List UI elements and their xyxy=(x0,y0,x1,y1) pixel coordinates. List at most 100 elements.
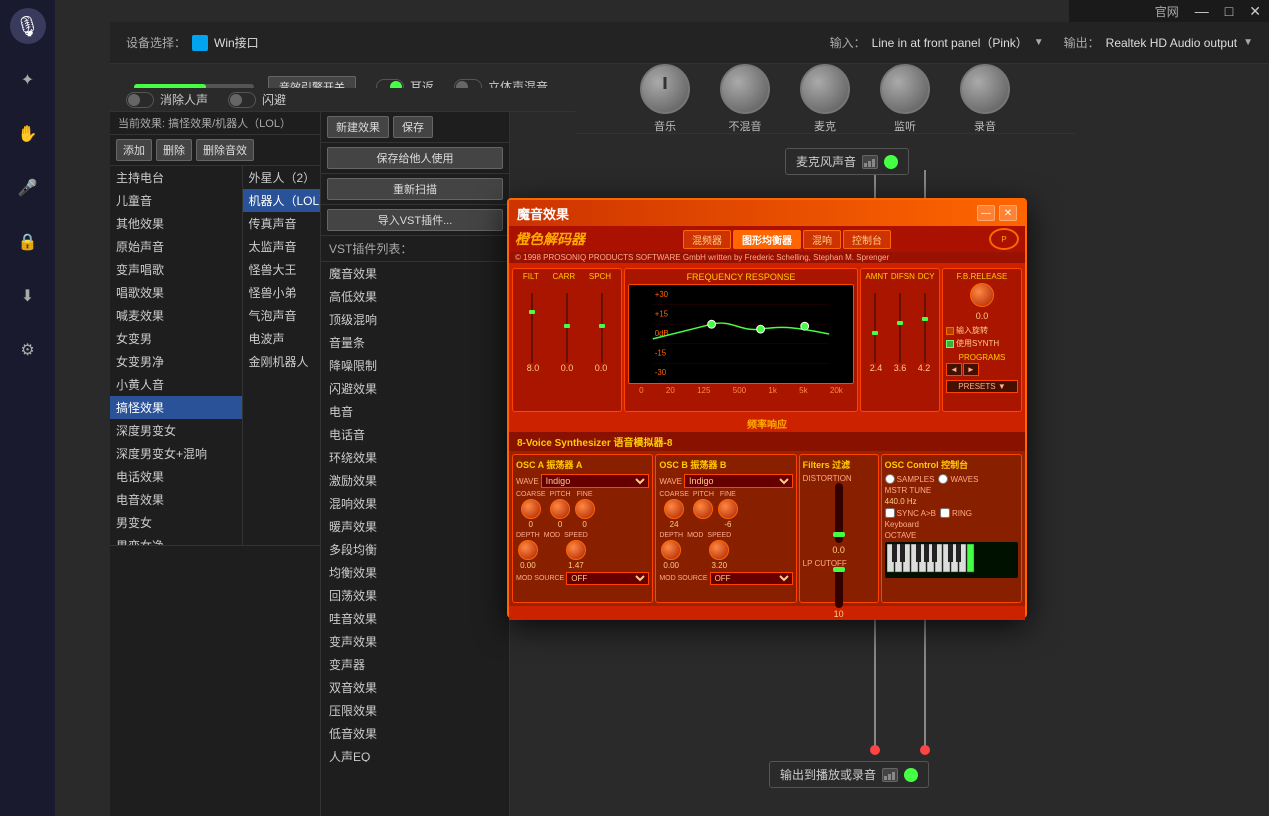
effect-left-item[interactable]: 原始声音 xyxy=(110,235,242,258)
effect-left-item[interactable]: 深度男变女+混响 xyxy=(110,442,242,465)
waves-radio[interactable] xyxy=(938,474,948,484)
add-effect-button[interactable]: 添加 xyxy=(116,139,152,161)
osc-b-pitch-knob[interactable] xyxy=(693,499,713,519)
osc-a-mod-source-select[interactable]: OFF xyxy=(566,572,649,585)
plugin-tab-control[interactable]: 控制台 xyxy=(843,230,891,249)
samples-radio[interactable] xyxy=(885,474,895,484)
vst-list-item[interactable]: 变声器 xyxy=(321,653,509,676)
osc-b-wave-select[interactable]: Indigo xyxy=(684,474,793,488)
effect-left-item[interactable]: 唱歌效果 xyxy=(110,281,242,304)
vst-list-item[interactable]: 降噪限制 xyxy=(321,354,509,377)
next-program-button[interactable]: ► xyxy=(963,363,979,376)
effect-left-item[interactable]: 男变女净 xyxy=(110,534,242,545)
effect-left-item[interactable]: 女变男 xyxy=(110,327,242,350)
plugin-close-button[interactable]: ✕ xyxy=(999,205,1017,221)
effect-left-item[interactable]: 深度男变女 xyxy=(110,419,242,442)
plugin-tab-reverb[interactable]: 混响 xyxy=(803,230,841,249)
osc-a-depth-knob[interactable] xyxy=(518,540,538,560)
vst-list-item[interactable]: 电音 xyxy=(321,400,509,423)
vst-list-item[interactable]: 环绕效果 xyxy=(321,446,509,469)
delete-sound-button[interactable]: 删除音效 xyxy=(196,139,254,161)
vst-list-item[interactable]: 音量条 xyxy=(321,331,509,354)
plugin-tab-mixer[interactable]: 混频器 xyxy=(683,230,731,249)
maximize-button[interactable]: □ xyxy=(1225,3,1233,19)
effect-left-item[interactable]: 小黄人音 xyxy=(110,373,242,396)
effect-left-item[interactable]: 女变男净 xyxy=(110,350,242,373)
vst-list-item[interactable]: 电话音 xyxy=(321,423,509,446)
osc-b-fine-knob[interactable] xyxy=(718,499,738,519)
nomix-knob[interactable] xyxy=(720,64,770,114)
sidebar-icon-lock[interactable]: 🔒 xyxy=(10,224,46,260)
sidebar-icon-logo[interactable]: 🎙 xyxy=(10,8,46,44)
vst-list-item[interactable]: 闪避效果 xyxy=(321,377,509,400)
sidebar-icon-mic[interactable]: 🎤 xyxy=(10,170,46,206)
effect-left-item[interactable]: 喊麦效果 xyxy=(110,304,242,327)
effect-left-item[interactable]: 变声唱歌 xyxy=(110,258,242,281)
flash-avoid-toggle[interactable] xyxy=(228,92,256,108)
fb-knob[interactable] xyxy=(970,283,994,307)
osc-b-coarse-knob[interactable] xyxy=(664,499,684,519)
input-rotate-checkbox[interactable] xyxy=(946,327,954,335)
effect-left-item[interactable]: 搞怪效果 xyxy=(110,396,242,419)
vst-list-item[interactable]: 均衡效果 xyxy=(321,561,509,584)
prev-program-button[interactable]: ◄ xyxy=(946,363,962,376)
ring-checkbox[interactable] xyxy=(940,508,950,518)
vst-list-item[interactable]: 高低效果 xyxy=(321,285,509,308)
plugin-minimize-button[interactable]: — xyxy=(977,205,995,221)
vst-list-item[interactable]: 人声EQ xyxy=(321,745,509,762)
minimize-button[interactable]: — xyxy=(1195,3,1209,19)
osc-a-coarse-knob[interactable] xyxy=(521,499,541,519)
plugin-window-controls: — ✕ xyxy=(977,205,1017,221)
svg-text:-15: -15 xyxy=(655,349,667,358)
delete-effect-button[interactable]: 删除 xyxy=(156,139,192,161)
vst-list-item[interactable]: 激励效果 xyxy=(321,469,509,492)
vst-list-item[interactable]: 暖声效果 xyxy=(321,515,509,538)
music-knob[interactable] xyxy=(640,64,690,114)
vst-list-item[interactable]: 魔音效果 xyxy=(321,262,509,285)
plugin-tab-eq[interactable]: 图形均衡器 xyxy=(733,230,801,249)
sidebar-icon-settings[interactable]: ⚙ xyxy=(10,332,46,368)
vst-list-item[interactable]: 回荡效果 xyxy=(321,584,509,607)
sidebar-icon-download[interactable]: ⬇ xyxy=(10,278,46,314)
vst-list-item[interactable]: 多段均衡 xyxy=(321,538,509,561)
effect-left-item[interactable]: 儿童音 xyxy=(110,189,242,212)
effect-left-item[interactable]: 男变女 xyxy=(110,511,242,534)
vst-list-item[interactable]: 顶级混响 xyxy=(321,308,509,331)
osc-a-pitch-knob[interactable] xyxy=(550,499,570,519)
sidebar-icon-hand[interactable]: ✋ xyxy=(10,116,46,152)
output-dropdown-icon[interactable]: ▼ xyxy=(1243,37,1253,48)
effect-left-item[interactable]: 电音效果 xyxy=(110,488,242,511)
input-dropdown-icon[interactable]: ▼ xyxy=(1034,37,1044,48)
sidebar-icon-effects[interactable]: ✦ xyxy=(10,62,46,98)
vst-list-item[interactable]: 双音效果 xyxy=(321,676,509,699)
mic-knob[interactable] xyxy=(800,64,850,114)
vst-list-item[interactable]: 变声效果 xyxy=(321,630,509,653)
new-effect-button[interactable]: 新建效果 xyxy=(327,116,389,138)
save-for-others-button[interactable]: 保存给他人使用 xyxy=(327,147,503,169)
osc-b-depth-knob[interactable] xyxy=(661,540,681,560)
presets-button[interactable]: PRESETS ▼ xyxy=(946,380,1018,393)
osc-a-wave-select[interactable]: Indigo xyxy=(541,474,650,488)
effect-left-item[interactable]: 其他效果 xyxy=(110,212,242,235)
vst-list-item[interactable]: 混响效果 xyxy=(321,492,509,515)
vst-list-item[interactable]: 哇音效果 xyxy=(321,607,509,630)
output-value[interactable]: Realtek HD Audio output xyxy=(1106,36,1237,50)
use-synth-checkbox[interactable] xyxy=(946,340,954,348)
effect-left-item[interactable]: 电话效果 xyxy=(110,465,242,488)
effect-left-item[interactable]: 主持电台 xyxy=(110,166,242,189)
input-value[interactable]: Line in at front panel（Pink） xyxy=(872,34,1028,51)
vst-list-item[interactable]: 低音效果 xyxy=(321,722,509,745)
save-button[interactable]: 保存 xyxy=(393,116,433,138)
close-button[interactable]: ✕ xyxy=(1249,3,1261,20)
rescan-button[interactable]: 重新扫描 xyxy=(327,178,503,200)
osc-b-speed-knob[interactable] xyxy=(709,540,729,560)
vst-list-item[interactable]: 压限效果 xyxy=(321,699,509,722)
sync-ab-checkbox[interactable] xyxy=(885,508,895,518)
osc-a-speed-knob[interactable] xyxy=(566,540,586,560)
noise-cancel-toggle[interactable] xyxy=(126,92,154,108)
osc-b-mod-source-select[interactable]: OFF xyxy=(710,572,793,585)
record-knob[interactable] xyxy=(960,64,1010,114)
import-vst-button[interactable]: 导入VST插件... xyxy=(327,209,503,231)
osc-a-fine-knob[interactable] xyxy=(575,499,595,519)
monitor-knob[interactable] xyxy=(880,64,930,114)
